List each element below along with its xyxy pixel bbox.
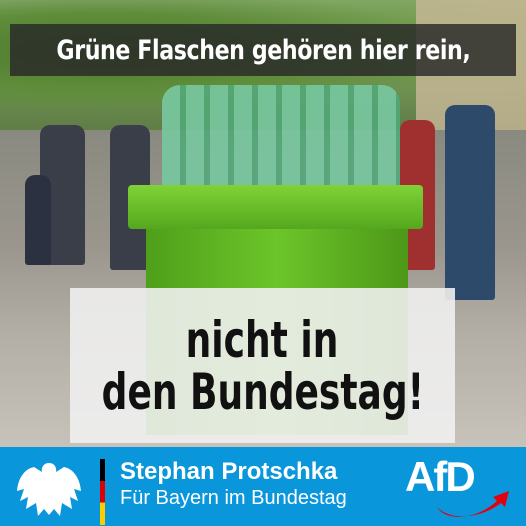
federal-eagle-icon <box>17 463 81 516</box>
person <box>445 105 495 300</box>
politician-subtitle: Für Bayern im Bundestag <box>120 487 347 509</box>
afd-swoosh-icon <box>437 491 509 517</box>
headline-top-text: Grüne Flaschen gehören hier rein, <box>56 34 470 66</box>
green-bottles <box>162 85 400 190</box>
footer-banner: Stephan Protschka Für Bayern im Bundesta… <box>0 447 526 526</box>
person <box>25 175 51 265</box>
headline-main: nicht in den Bundestag! <box>70 288 455 443</box>
german-flag-stripe <box>100 459 105 525</box>
headline-main-line1: nicht in <box>186 310 339 369</box>
politician-name: Stephan Protschka <box>120 458 338 485</box>
headline-top: Grüne Flaschen gehören hier rein, <box>10 24 516 76</box>
headline-main-line2: den Bundestag! <box>101 362 424 421</box>
